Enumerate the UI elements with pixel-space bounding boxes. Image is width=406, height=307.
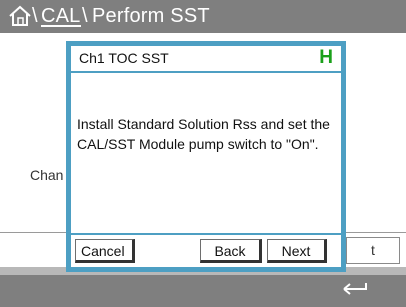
dialog-title-bar: Ch1 TOC SST H <box>71 46 341 73</box>
status-indicator: H <box>319 47 333 68</box>
background-button: t <box>346 237 400 264</box>
cancel-button[interactable]: Cancel <box>75 239 135 263</box>
breadcrumb-separator: \ <box>82 5 88 27</box>
dialog-message: Install Standard Solution Rss and set th… <box>77 116 330 152</box>
return-arrow-icon[interactable] <box>340 279 370 301</box>
sst-dialog: Ch1 TOC SST H Install Standard Solution … <box>66 41 346 272</box>
dialog-body: Ch1 TOC SST H Install Standard Solution … <box>71 46 341 267</box>
page-title: Perform SST <box>92 5 210 27</box>
dialog-footer: Cancel Back Next <box>71 233 341 267</box>
header-bar: \ CAL \ Perform SST <box>0 0 406 33</box>
dialog-title: Ch1 TOC SST <box>79 50 169 66</box>
home-icon[interactable] <box>8 5 32 27</box>
back-button[interactable]: Back <box>200 239 262 263</box>
breadcrumb-cal[interactable]: CAL <box>41 4 81 28</box>
bottom-bar <box>0 267 406 307</box>
next-button[interactable]: Next <box>267 239 327 263</box>
breadcrumb-separator: \ <box>32 5 38 27</box>
background-label: Chan <box>30 167 64 183</box>
